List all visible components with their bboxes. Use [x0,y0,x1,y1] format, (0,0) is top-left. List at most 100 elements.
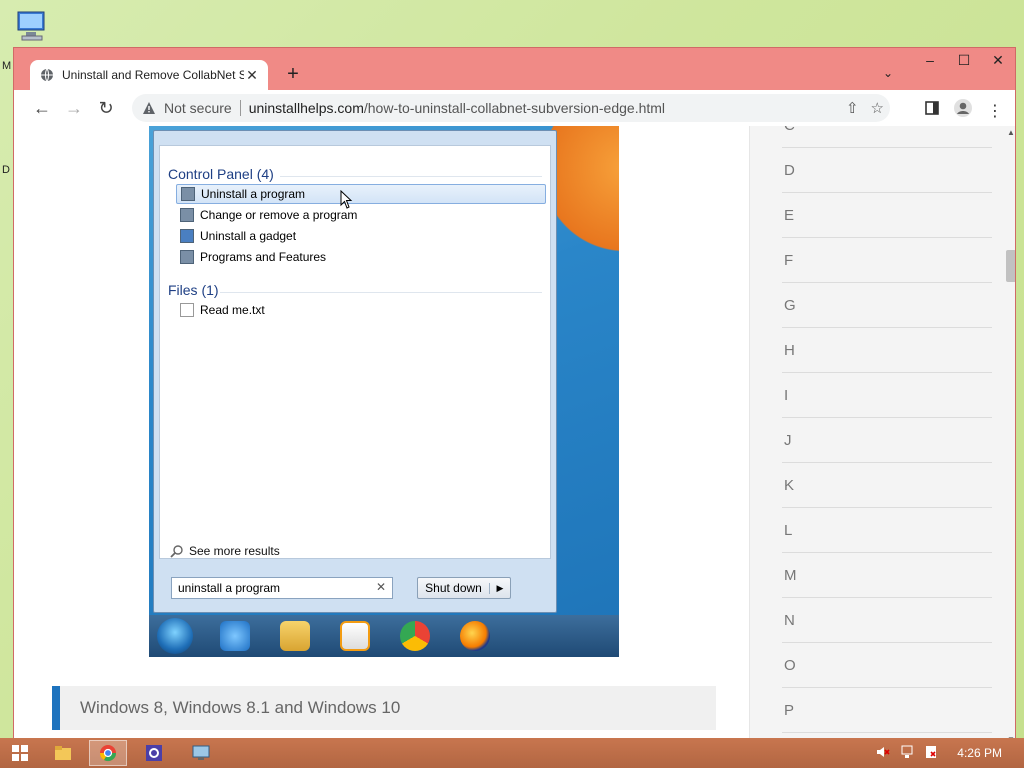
alpha-link-i[interactable]: I [782,374,992,418]
share-icon[interactable]: ⇧ [846,99,859,117]
profile-avatar-icon[interactable] [953,98,973,123]
start-search-input[interactable]: uninstall a program ✕ [171,577,393,599]
chrome-icon [99,745,117,762]
result-label: Uninstall a gadget [200,229,297,243]
forward-arrow-icon[interactable]: → [58,92,90,124]
volume-muted-icon[interactable] [876,745,890,759]
taskbar-chrome[interactable] [89,740,127,766]
clear-search-icon[interactable]: ✕ [376,580,386,594]
control-panel-icon [180,250,194,264]
result-change-remove-program[interactable]: Change or remove a program [176,205,546,225]
monitor-icon [192,745,210,760]
desktop-label-m: M [2,60,12,72]
omnibox-actions: ⇧ ☆ [846,99,884,117]
alpha-link-h[interactable]: H [782,329,992,373]
group-control-panel: Control Panel (4) [168,166,274,182]
media-player-icon[interactable] [340,621,370,651]
group-divider [280,176,542,177]
side-panel-icon[interactable] [925,101,939,120]
taskbar-file-explorer[interactable] [44,740,82,766]
url-path: /how-to-uninstall-collabnet-subversion-e… [363,100,666,116]
scroll-up-icon[interactable]: ▲ [1007,128,1015,137]
system-tray [876,745,938,759]
text-file-icon [180,303,194,317]
result-uninstall-gadget[interactable]: Uninstall a gadget [176,226,546,246]
reload-icon[interactable]: ↻ [90,92,122,124]
alpha-link-c[interactable]: C [782,126,992,148]
menu-kebab-icon[interactable]: ⋮ [987,101,1003,121]
bookmark-star-icon[interactable]: ☆ [871,99,884,117]
action-center-icon[interactable] [924,745,938,759]
tab-strip: Uninstall and Remove CollabNet Subversio… [14,60,1015,90]
alpha-link-k[interactable]: K [782,464,992,508]
alpha-link-d[interactable]: D [782,149,992,193]
win7-taskbar [149,615,619,657]
win7-start-orb-icon[interactable] [157,618,193,654]
alpha-link-n[interactable]: N [782,599,992,643]
result-label: Uninstall a program [201,187,306,201]
alphabet-sidebar: C D E F G H I J K L M N O P ▲ ▼ [749,126,1015,746]
url-text: uninstallhelps.com/how-to-uninstall-coll… [249,100,665,116]
scroll-thumb[interactable] [1006,250,1015,282]
see-more-label: See more results [189,544,280,558]
file-explorer-icon[interactable] [280,621,310,651]
folder-icon [55,746,71,760]
result-label: Read me.txt [200,303,265,317]
tab-close-icon[interactable]: ✕ [244,67,260,84]
toolbar-actions: ⋮ [925,98,1003,123]
group-files: Files (1) [168,282,219,298]
browser-window: – ☐ ✕ Uninstall and Remove CollabNet Sub… [13,47,1016,747]
alpha-link-f[interactable]: F [782,239,992,283]
url-domain: uninstallhelps.com [248,100,364,116]
section-heading: Windows 8, Windows 8.1 and Windows 10 [52,686,716,730]
alpha-link-g[interactable]: G [782,284,992,328]
new-tab-icon[interactable]: + [282,63,304,86]
address-divider [239,100,241,116]
back-arrow-icon[interactable]: ← [26,92,58,124]
browser-toolbar: ← → ↻ Not secure uninstallhelps.com/how-… [14,90,1015,126]
result-read-me[interactable]: Read me.txt [176,300,546,320]
taskbar-remote-app[interactable] [182,740,220,766]
taskbar-clock[interactable]: 4:26 PM [957,746,1002,760]
shutdown-button[interactable]: Shut down ▶ [417,577,511,599]
page-scrollbar[interactable]: ▲ ▼ [1004,126,1015,746]
tab-title: Uninstall and Remove CollabNet Subversio… [62,68,244,82]
result-uninstall-program[interactable]: Uninstall a program [176,184,546,204]
shutdown-label: Shut down [425,581,482,595]
search-results-pane: Control Panel (4) Uninstall a program Ch… [159,145,551,559]
magnifier-icon [170,545,183,558]
security-label: Not secure [164,100,232,116]
alpha-link-o[interactable]: O [782,644,992,688]
gadget-icon [180,229,194,243]
os-taskbar: 4:26 PM [0,738,1024,768]
alpha-link-m[interactable]: M [782,554,992,598]
alpha-link-e[interactable]: E [782,194,992,238]
internet-explorer-icon[interactable] [220,621,250,651]
control-panel-icon [180,208,194,222]
tutorial-screenshot: Control Panel (4) Uninstall a program Ch… [149,126,619,657]
alpha-link-p[interactable]: P [782,689,992,733]
search-value: uninstall a program [178,581,281,595]
computer-desktop-icon[interactable] [14,8,50,44]
windows-start-icon[interactable] [12,745,28,761]
firefox-icon[interactable] [460,621,490,651]
gear-icon [146,745,162,761]
mouse-cursor-icon [340,190,353,209]
see-more-results[interactable]: See more results [170,544,280,558]
start-menu: Control Panel (4) Uninstall a program Ch… [153,130,557,613]
tab-search-chevron-icon[interactable]: ⌄ [883,66,893,80]
globe-icon [41,68,53,82]
shutdown-arrow-icon[interactable]: ▶ [489,582,510,594]
address-bar[interactable]: Not secure uninstallhelps.com/how-to-uni… [132,94,890,122]
result-label: Change or remove a program [200,208,358,222]
alpha-link-j[interactable]: J [782,419,992,463]
alpha-link-l[interactable]: L [782,509,992,553]
tab-active[interactable]: Uninstall and Remove CollabNet Subversio… [30,60,268,90]
control-panel-icon [181,187,195,201]
desktop-label-d: D [2,164,10,176]
warning-icon[interactable] [142,101,156,115]
result-programs-features[interactable]: Programs and Features [176,247,546,267]
network-icon[interactable] [900,745,914,759]
taskbar-settings-app[interactable] [135,740,173,766]
chrome-icon[interactable] [400,621,430,651]
